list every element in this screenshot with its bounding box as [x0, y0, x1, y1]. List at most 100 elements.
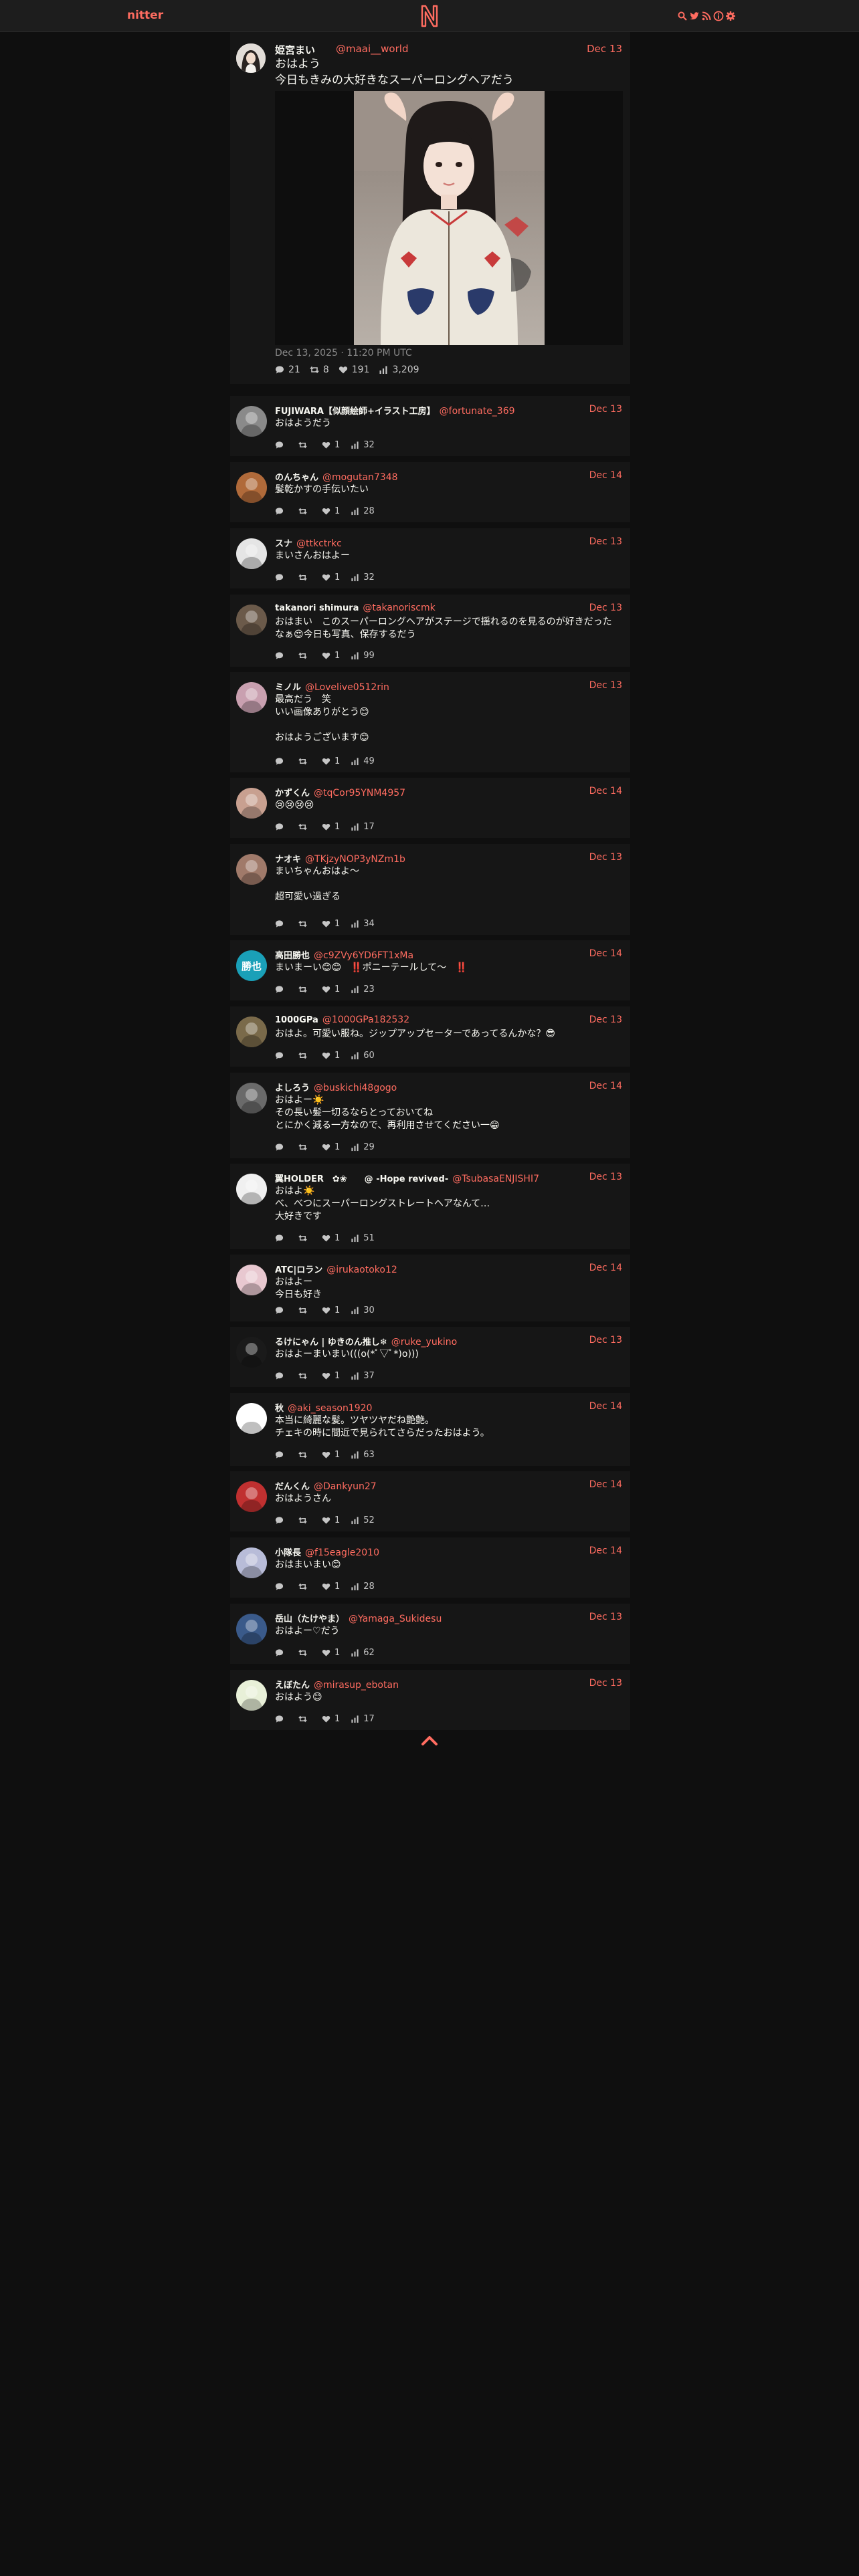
author-handle[interactable]: @aki_season1920	[288, 1403, 372, 1414]
avatar[interactable]	[236, 682, 267, 713]
tweet-date[interactable]: Dec 13	[589, 1014, 622, 1025]
retweet-count[interactable]	[298, 822, 311, 832]
avatar[interactable]	[236, 605, 267, 635]
tweet-date[interactable]: Dec 13	[589, 1678, 622, 1689]
avatar[interactable]	[236, 788, 267, 819]
tweet-date[interactable]: Dec 13	[589, 404, 622, 415]
like-count[interactable]: 1	[322, 984, 340, 994]
like-count[interactable]: 1	[322, 1648, 340, 1658]
author-handle[interactable]: @Yamaga_Sukidesu	[349, 1614, 442, 1624]
author-handle[interactable]: @ruke_yukino	[391, 1337, 457, 1348]
author-name[interactable]: のんちゃん	[275, 473, 318, 483]
info-icon[interactable]	[713, 11, 724, 21]
reply-count[interactable]	[275, 1233, 288, 1243]
retweet-count[interactable]	[298, 984, 311, 994]
author-handle[interactable]: @fortunate_369	[440, 406, 515, 417]
avatar[interactable]	[236, 1337, 267, 1368]
reply-count[interactable]	[275, 822, 288, 832]
retweet-count[interactable]	[298, 1714, 311, 1724]
author-handle[interactable]: @ttkctrkc	[296, 538, 342, 549]
tweet-date[interactable]: Dec 14	[589, 1401, 622, 1412]
author-handle[interactable]: @irukaotoko12	[326, 1265, 397, 1275]
like-count[interactable]: 1	[322, 1714, 340, 1724]
avatar[interactable]	[236, 854, 267, 885]
like-count[interactable]: 1	[322, 1515, 340, 1525]
retweet-count[interactable]	[298, 1051, 311, 1061]
tweet-date[interactable]: Dec 13	[589, 852, 622, 863]
tweet-photo[interactable]	[354, 91, 545, 345]
reply-count[interactable]	[275, 919, 288, 929]
avatar[interactable]	[236, 472, 267, 503]
reply-count[interactable]	[275, 572, 288, 582]
author-name[interactable]: かずくん	[275, 788, 310, 798]
reply-count[interactable]	[275, 1371, 288, 1381]
retweet-count[interactable]	[298, 756, 311, 766]
avatar[interactable]	[236, 1481, 267, 1512]
author-handle[interactable]: @TsubasaENJISHI7	[452, 1174, 539, 1184]
tweet-date[interactable]: Dec 14	[589, 1263, 622, 1273]
avatar[interactable]	[236, 43, 266, 73]
like-count[interactable]: 1	[322, 1051, 340, 1061]
like-count[interactable]: 1	[322, 572, 340, 582]
reply-count[interactable]	[275, 1051, 288, 1061]
author-name[interactable]: 小隊長	[275, 1548, 301, 1558]
reply-count[interactable]	[275, 440, 288, 450]
reply-count[interactable]: 21	[275, 364, 300, 375]
tweet-date[interactable]: Dec 14	[589, 1545, 622, 1556]
like-count[interactable]: 1	[322, 506, 340, 516]
retweet-count[interactable]	[298, 440, 311, 450]
author-name[interactable]: ナオキ	[275, 855, 301, 865]
like-count[interactable]: 1	[322, 1582, 340, 1592]
retweet-count[interactable]	[298, 506, 311, 516]
like-count[interactable]: 1	[322, 756, 340, 766]
avatar[interactable]	[236, 406, 267, 437]
avatar[interactable]	[236, 1083, 267, 1113]
author-handle[interactable]: @mogutan7348	[322, 472, 398, 483]
author-name[interactable]: だんくん	[275, 1482, 310, 1492]
reply-count[interactable]	[275, 506, 288, 516]
author-name[interactable]: えぼたん	[275, 1681, 310, 1691]
retweet-count[interactable]	[298, 1582, 311, 1592]
gear-icon[interactable]	[725, 11, 736, 21]
retweet-count[interactable]	[298, 572, 311, 582]
author-handle[interactable]: @Lovelive0512rin	[305, 682, 389, 693]
author-name[interactable]: 岳山（たけやま）	[275, 1614, 345, 1624]
tweet-date[interactable]: Dec 13	[587, 43, 622, 55]
author-handle[interactable]: @takanoriscmk	[363, 603, 435, 613]
like-count[interactable]: 1	[322, 1450, 340, 1460]
nitter-logo-icon[interactable]	[420, 4, 439, 28]
tweet-media[interactable]	[275, 91, 623, 345]
retweet-count[interactable]	[298, 1142, 311, 1152]
author-name[interactable]: 姫宮まい	[275, 43, 315, 57]
tweet-date[interactable]: Dec 13	[589, 680, 622, 691]
author-name[interactable]: よしろう	[275, 1083, 310, 1093]
author-name[interactable]: 秋	[275, 1404, 284, 1414]
author-name[interactable]: 1000GPa	[275, 1015, 318, 1025]
retweet-count[interactable]	[298, 651, 311, 661]
reply-count[interactable]	[275, 1648, 288, 1658]
author-handle[interactable]: @tqCor95YNM4957	[314, 788, 405, 798]
like-count[interactable]: 1	[322, 1142, 340, 1152]
scroll-to-top-chevron-up-icon[interactable]	[421, 1735, 438, 1747]
tweet-date[interactable]: Dec 13	[589, 603, 622, 613]
author-name[interactable]: 翼HOLDER ✿❀ @ -Hope revived-	[275, 1174, 448, 1184]
reply-count[interactable]	[275, 756, 288, 766]
search-icon[interactable]	[677, 11, 688, 21]
author-handle[interactable]: @c9ZVy6YD6FT1xMa	[314, 950, 413, 961]
author-handle[interactable]: @f15eagle2010	[305, 1547, 379, 1558]
retweet-count[interactable]	[298, 1515, 311, 1525]
tweet-date[interactable]: Dec 13	[589, 1172, 622, 1182]
like-count[interactable]: 1	[322, 1371, 340, 1381]
reply-count[interactable]	[275, 651, 288, 661]
avatar[interactable]	[236, 1265, 267, 1295]
tweet-date[interactable]: Dec 14	[589, 786, 622, 796]
retweet-count[interactable]	[298, 1305, 311, 1315]
author-name[interactable]: スナ	[275, 539, 292, 549]
retweet-count[interactable]	[298, 1371, 311, 1381]
reply-count[interactable]	[275, 1305, 288, 1315]
reply-count[interactable]	[275, 1450, 288, 1460]
twitter-icon[interactable]	[689, 11, 700, 21]
author-name[interactable]: takanori shimura	[275, 603, 359, 613]
reply-count[interactable]	[275, 1142, 288, 1152]
author-name[interactable]: るけにゃん | ゆきのん推し❄	[275, 1337, 387, 1348]
